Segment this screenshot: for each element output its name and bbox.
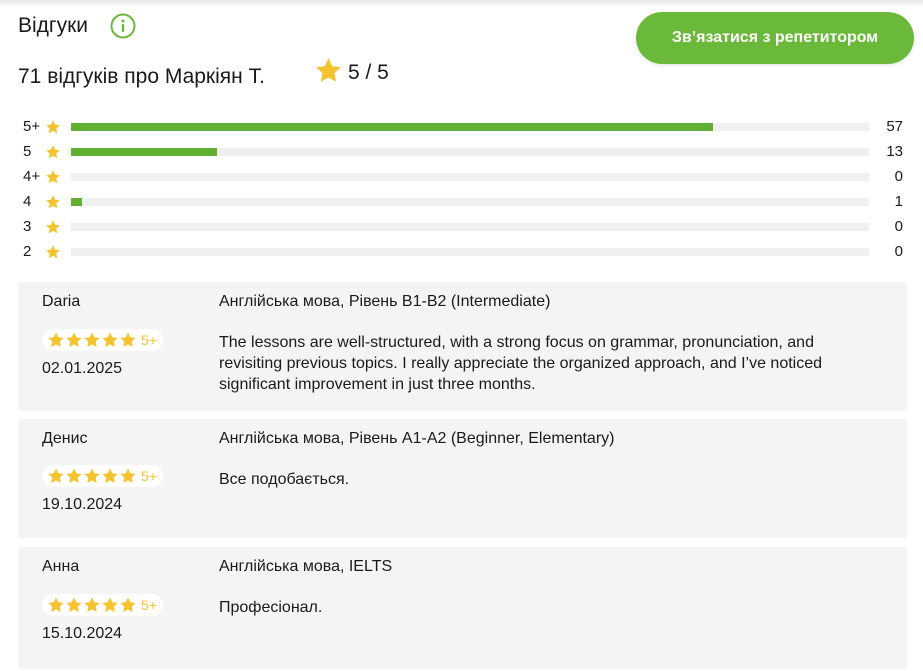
rating-bar-track <box>71 198 869 206</box>
rating-bar-count: 1 <box>894 193 903 210</box>
star-icon <box>66 468 82 483</box>
star-icon <box>48 468 64 483</box>
star-icon <box>48 597 64 612</box>
rating-bar-track <box>71 123 869 131</box>
rating-bar-track <box>71 223 869 231</box>
rating-bar-label: 3 <box>23 218 32 235</box>
rating-bar-count: 0 <box>894 168 903 185</box>
rating-distribution: 5+ 57 5 13 4+ 0 4 1 3 0 2 0 <box>18 115 905 265</box>
average-rating: 5 / 5 <box>348 61 389 84</box>
rating-bar-row: 20 <box>18 240 905 265</box>
star-icon <box>46 120 60 134</box>
star-icon <box>102 597 118 612</box>
star-icon <box>102 468 118 483</box>
star-icon <box>46 170 60 184</box>
star-icon <box>120 597 136 612</box>
star-icon <box>316 58 341 82</box>
rating-bar-label: 5+ <box>23 118 41 135</box>
review-subject: Англійська мова, Рівень B1-B2 (Intermedi… <box>219 293 551 310</box>
reviewer-name: Денис <box>42 430 88 447</box>
reviewer-name: Daria <box>42 293 81 310</box>
reviewer-name: Анна <box>42 558 80 575</box>
star-icon <box>120 332 136 347</box>
star-icon <box>102 332 118 347</box>
rating-bar-fill <box>71 148 218 156</box>
rating-bar-count: 57 <box>886 118 903 135</box>
page-title: Відгуки <box>18 14 89 37</box>
top-shadow <box>0 0 923 8</box>
star-icon <box>84 332 100 347</box>
rating-bar-row: 41 <box>18 190 905 215</box>
review-grade: 5+ <box>141 332 157 348</box>
rating-bar-track <box>71 173 869 181</box>
review-stars: 5+ <box>42 465 163 487</box>
star-icon <box>46 245 60 259</box>
star-icon <box>120 468 136 483</box>
star-icon <box>66 332 82 347</box>
info-icon[interactable] <box>110 13 136 39</box>
rating-bar-fill <box>71 198 83 206</box>
star-icon <box>46 145 60 159</box>
rating-bar-fill <box>71 123 713 131</box>
star-icon <box>66 597 82 612</box>
review-grade: 5+ <box>141 597 157 613</box>
rating-bar-track <box>71 248 869 256</box>
star-icon <box>48 332 64 347</box>
reviews-count-heading: 71 відгуків про Маркіян Т. <box>18 65 265 88</box>
star-icon <box>46 195 60 209</box>
star-icon <box>84 597 100 612</box>
rating-bar-row: 4+ 0 <box>18 165 905 190</box>
review-stars: 5+ <box>42 329 163 351</box>
rating-bar-track <box>71 148 869 156</box>
review-date: 02.01.2025 <box>42 360 123 377</box>
review-text: The lessons are well-structured, with a … <box>219 334 823 393</box>
rating-bar-label: 5 <box>23 143 32 160</box>
star-icon <box>46 220 60 234</box>
review-text: Професіонал. <box>219 599 323 616</box>
rating-bar-row: 5+ 57 <box>18 115 905 140</box>
review-card: Анна 5+ 15.10.2024 Англійська мова, IELT… <box>18 547 907 669</box>
review-card: Денис 5+ 19.10.2024 Англійська мова, Рів… <box>18 419 907 538</box>
rating-bar-label: 4 <box>23 193 32 210</box>
rating-bar-label: 4+ <box>23 168 41 185</box>
review-card: Daria 5+ 02.01.2025 Англійська мова, Рів… <box>18 282 907 411</box>
review-text: Все подобається. <box>219 471 350 488</box>
review-grade: 5+ <box>141 468 157 484</box>
review-subject: Англійська мова, IELTS <box>219 558 393 575</box>
rating-bar-count: 0 <box>894 243 903 260</box>
contact-tutor-button[interactable]: Зв’язатися з репетитором <box>636 12 914 64</box>
review-date: 15.10.2024 <box>42 625 123 642</box>
rating-bar-count: 13 <box>886 143 903 160</box>
review-stars: 5+ <box>42 594 163 616</box>
star-icon <box>84 468 100 483</box>
review-subject: Англійська мова, Рівень A1-A2 (Beginner,… <box>219 430 615 447</box>
rating-bar-row: 5 13 <box>18 140 905 165</box>
rating-bar-row: 30 <box>18 215 905 240</box>
review-date: 19.10.2024 <box>42 496 123 513</box>
rating-bar-label: 2 <box>23 243 32 260</box>
rating-bar-count: 0 <box>894 218 903 235</box>
